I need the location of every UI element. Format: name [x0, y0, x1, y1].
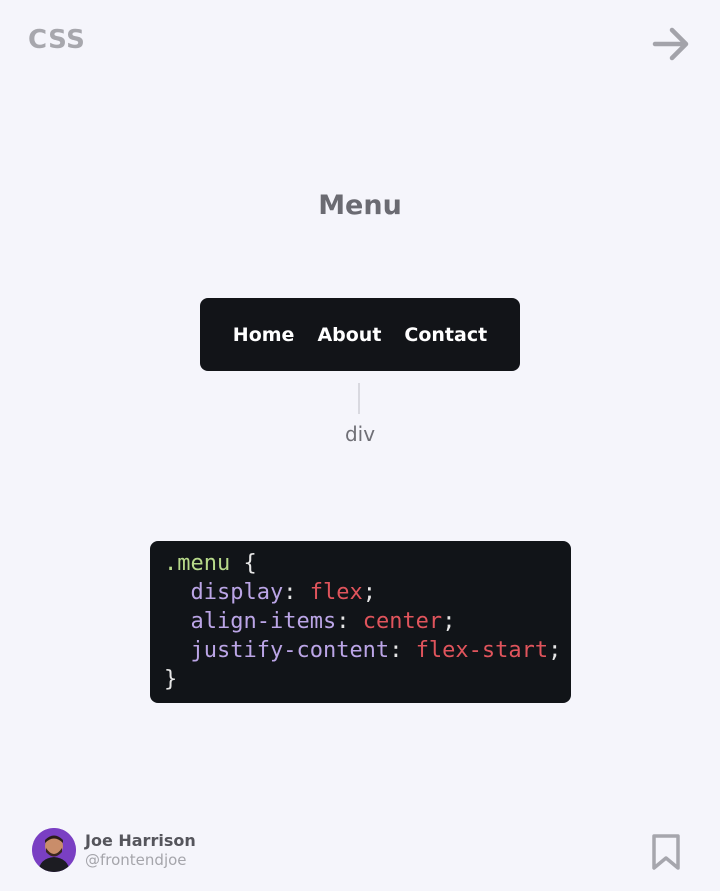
code-line-3: align-items: center;: [190, 609, 456, 634]
code-line-4: justify-content: flex-start;: [190, 638, 562, 663]
code-block: .menu { display: flex; align-items: cent…: [150, 541, 571, 703]
code-property: align-items: [190, 609, 337, 634]
bookmark-icon[interactable]: [651, 833, 681, 871]
avatar[interactable]: [32, 828, 76, 872]
code-value: flex: [309, 580, 363, 605]
code-property: justify-content: [190, 638, 390, 663]
page-title: Menu: [318, 190, 402, 221]
person-icon: [32, 828, 76, 872]
arrow-right-icon[interactable]: [652, 26, 692, 62]
author-block[interactable]: Joe Harrison @frontendjoe: [32, 828, 196, 872]
annotation-label: div: [344, 422, 376, 446]
menu-item-home[interactable]: Home: [233, 324, 295, 346]
code-selector: .menu: [164, 551, 231, 576]
code-open-brace: {: [243, 551, 257, 576]
code-line-2: display: flex;: [190, 580, 376, 605]
annotation-line: [358, 383, 360, 414]
code-close-brace: }: [164, 667, 178, 692]
menu-item-contact[interactable]: Contact: [404, 324, 487, 346]
code-line-5: }: [164, 667, 177, 692]
css-tag: CSS: [28, 25, 86, 55]
code-property: display: [190, 580, 284, 605]
code-value: center: [362, 609, 443, 634]
author-name[interactable]: Joe Harrison: [85, 831, 196, 850]
code-value: flex-start: [415, 638, 549, 663]
demo-menu: Home About Contact: [200, 298, 520, 371]
menu-item-about[interactable]: About: [317, 324, 381, 346]
author-handle[interactable]: @frontendjoe: [85, 851, 196, 869]
code-line-1: .menu {: [164, 551, 257, 576]
